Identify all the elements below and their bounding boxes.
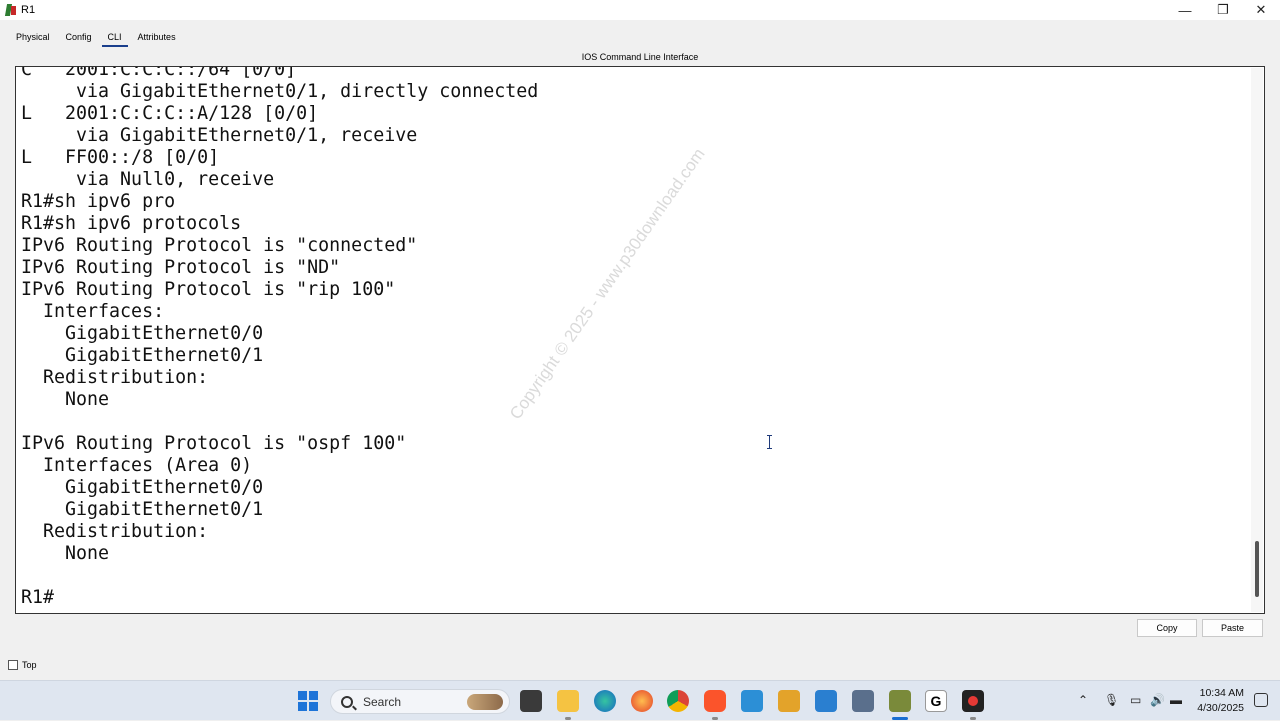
terminal-line: via Null0, receive [21, 169, 275, 190]
search-highlight-icon [467, 694, 503, 710]
terminal-scrollbar[interactable] [1251, 68, 1263, 612]
terminal-line: GigabitEthernet0/1 [21, 499, 264, 520]
clock-date: 4/30/2025 [1197, 702, 1244, 714]
window-title: R1 [21, 4, 36, 16]
notification-icon[interactable] [1254, 693, 1268, 707]
search-icon [341, 695, 353, 708]
tab-config[interactable]: Config [58, 32, 100, 42]
firefox-icon[interactable] [631, 690, 653, 712]
clock[interactable]: 10:34 AM 4/30/2025 [1197, 686, 1244, 716]
copy-button[interactable]: Copy [1137, 619, 1197, 637]
top-option[interactable]: Top [8, 660, 37, 670]
edge-icon[interactable] [594, 690, 616, 712]
terminal-line: IPv6 Routing Protocol is "connected" [21, 235, 418, 256]
minimize-button[interactable]: — [1166, 0, 1204, 20]
battery-icon[interactable]: ▬ [1170, 693, 1182, 707]
clock-time: 10:34 AM [1199, 687, 1244, 699]
show-hidden-icons-chevron-icon[interactable]: ⌃ [1078, 693, 1088, 707]
search-placeholder: Search [363, 694, 402, 709]
device-tabs: Physical Config CLI Attributes [8, 29, 184, 47]
app-window: R1 — ❐ ✕ Physical Config CLI Attributes … [0, 0, 1280, 680]
text-cursor-icon [766, 435, 774, 449]
terminal-output[interactable]: C 2001:C:C:C::/64 [0/0] via GigabitEther… [21, 66, 539, 609]
network-status-icon[interactable]: ▭ [1130, 693, 1141, 707]
network-icon[interactable] [852, 690, 874, 712]
top-checkbox[interactable] [8, 660, 18, 670]
store-icon[interactable] [741, 690, 763, 712]
brave-icon[interactable] [704, 690, 726, 712]
tab-attributes[interactable]: Attributes [130, 32, 184, 42]
vscode-icon[interactable] [815, 690, 837, 712]
terminal-line: L FF00::/8 [0/0] [21, 147, 220, 168]
terminal-line: IPv6 Routing Protocol is "ospf 100" [21, 433, 407, 454]
volume-icon[interactable]: 🔊 [1150, 693, 1165, 707]
share-icon[interactable] [778, 690, 800, 712]
packet-tracer-icon[interactable] [889, 690, 911, 712]
terminal-line: IPv6 Routing Protocol is "rip 100" [21, 279, 396, 300]
taskbar: Search G ⌃ 🎙 ▭ 🔊 ▬ 10:34 AM 4/30/2025 [0, 680, 1280, 720]
microphone-icon[interactable]: 🎙 [1104, 693, 1119, 707]
g-app-icon[interactable]: G [925, 690, 947, 712]
scrollbar-thumb[interactable] [1255, 541, 1259, 597]
terminal-line: via GigabitEthernet0/1, directly connect… [21, 81, 539, 102]
terminal-line: R1# [21, 587, 55, 608]
title-bar: R1 — ❐ ✕ [0, 0, 1280, 20]
terminal-line: L 2001:C:C:C::A/128 [0/0] [21, 103, 319, 124]
maximize-button[interactable]: ❐ [1204, 0, 1242, 20]
file-icon[interactable] [520, 690, 542, 712]
taskbar-search[interactable]: Search [330, 689, 510, 714]
terminal-line: Interfaces: [21, 301, 165, 322]
packet-tracer-app-icon [4, 4, 17, 16]
terminal-line: Redistribution: [21, 367, 209, 388]
terminal-line: GigabitEthernet0/0 [21, 323, 264, 344]
tab-cli[interactable]: CLI [100, 32, 130, 47]
terminal-line: GigabitEthernet0/1 [21, 345, 264, 366]
terminal-line: C 2001:C:C:C::/64 [0/0] [21, 66, 297, 80]
terminal-line: IPv6 Routing Protocol is "ND" [21, 257, 341, 278]
start-icon[interactable] [297, 690, 319, 712]
paste-button[interactable]: Paste [1202, 619, 1263, 637]
record-icon[interactable] [962, 690, 984, 712]
system-tray: ⌃ 🎙 ▭ 🔊 ▬ 10:34 AM 4/30/2025 [1060, 681, 1280, 721]
terminal-line: Interfaces (Area 0) [21, 455, 253, 476]
terminal-line: None [21, 543, 110, 564]
folder-icon[interactable] [557, 690, 579, 712]
terminal-line: GigabitEthernet0/0 [21, 477, 264, 498]
terminal-line: via GigabitEthernet0/1, receive [21, 125, 418, 146]
terminal-line: None [21, 389, 110, 410]
chrome-icon[interactable] [667, 690, 689, 712]
cli-caption: IOS Command Line Interface [581, 52, 699, 62]
top-checkbox-label: Top [22, 660, 37, 670]
close-button[interactable]: ✕ [1242, 0, 1280, 20]
terminal-line: Redistribution: [21, 521, 209, 542]
cli-terminal[interactable]: C 2001:C:C:C::/64 [0/0] via GigabitEther… [15, 66, 1265, 614]
tab-physical[interactable]: Physical [8, 32, 58, 42]
terminal-line: R1#sh ipv6 protocols [21, 213, 242, 234]
terminal-line: R1#sh ipv6 pro [21, 191, 176, 212]
